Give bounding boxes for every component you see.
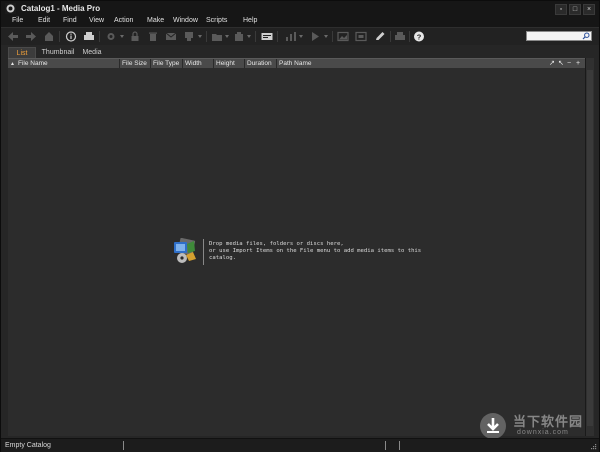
sort-indicator-icon[interactable]: ▲ — [10, 61, 15, 67]
column-height[interactable]: Height — [216, 60, 235, 67]
column-file-size[interactable]: File Size — [122, 60, 147, 67]
toolbar-separator — [206, 31, 207, 42]
expand-icon[interactable]: ↗ — [549, 60, 555, 68]
menu-window[interactable]: Window — [173, 17, 198, 24]
import-dropdown-caret[interactable] — [198, 35, 202, 38]
menu-edit[interactable]: Edit — [38, 17, 50, 24]
watermark-url: downxia.com — [517, 429, 569, 436]
tab-list[interactable]: List — [8, 47, 36, 58]
menu-action[interactable]: Action — [114, 17, 133, 24]
search-icon[interactable] — [582, 32, 590, 40]
window-title: Catalog1 - Media Pro — [21, 4, 101, 13]
status-separator — [399, 441, 400, 450]
frame-icon[interactable] — [355, 31, 367, 42]
toolbar-separator — [255, 31, 256, 42]
menu-find[interactable]: Find — [63, 17, 77, 24]
print-icon[interactable] — [83, 31, 95, 42]
menu-file[interactable]: File — [12, 17, 23, 24]
status-text: Empty Catalog — [5, 442, 51, 449]
menu-view[interactable]: View — [89, 17, 104, 24]
chart-icon[interactable] — [285, 31, 297, 42]
drop-instructions-line-2: or use Import Items on the File menu to … — [209, 248, 422, 254]
menu-bar: File Edit Find View Action Make Window S… — [1, 17, 599, 27]
chart-dropdown-caret[interactable] — [299, 35, 303, 38]
svg-text:?: ? — [417, 32, 422, 41]
watermark-logo-icon — [480, 413, 506, 439]
close-button[interactable]: × — [583, 4, 595, 15]
trash-icon[interactable] — [147, 31, 159, 42]
column-duration[interactable]: Duration — [247, 60, 272, 67]
menu-make[interactable]: Make — [147, 17, 164, 24]
menu-scripts[interactable]: Scripts — [206, 17, 227, 24]
status-separator — [123, 441, 124, 450]
minimize-button[interactable]: ▫ — [555, 4, 567, 15]
printer-icon[interactable] — [394, 31, 406, 42]
media-pro-logo-icon — [174, 238, 196, 263]
menu-help[interactable]: Help — [243, 17, 257, 24]
import-icon[interactable] — [183, 31, 195, 42]
watermark-title: 当下软件园 — [513, 414, 584, 429]
collapse-icon[interactable]: ↖ — [558, 60, 564, 68]
toolbar-separator — [390, 31, 391, 42]
scrollbar-track[interactable] — [587, 70, 593, 426]
catalog-dropdown-caret[interactable] — [247, 35, 251, 38]
folder-dropdown-caret[interactable] — [225, 35, 229, 38]
tab-media[interactable]: Media — [80, 47, 104, 58]
search-input[interactable] — [529, 32, 581, 40]
toolbar-separator — [59, 31, 60, 42]
pencil-icon[interactable] — [374, 31, 386, 42]
toolbar-separator — [332, 31, 333, 42]
back-arrow-icon[interactable] — [7, 31, 19, 42]
view-tabs: List Thumbnail Media — [1, 45, 599, 58]
resize-grip-icon[interactable] — [591, 444, 597, 450]
add-column-icon[interactable]: + — [576, 60, 580, 68]
drop-instructions-line-3: catalog. — [209, 255, 236, 261]
tab-thumbnail[interactable]: Thumbnail — [39, 47, 77, 58]
gear-icon[interactable] — [105, 31, 117, 42]
window-controls: ▫ □ × — [555, 4, 595, 15]
vertical-scrollbar[interactable] — [585, 58, 594, 436]
play-dropdown-caret[interactable] — [324, 35, 328, 38]
toolbar: ? — [1, 27, 599, 46]
status-separator — [385, 441, 386, 450]
column-file-type[interactable]: File Type — [153, 60, 179, 67]
search-box[interactable] — [526, 31, 592, 41]
title-bar[interactable]: Catalog1 - Media Pro ▫ □ × — [1, 1, 599, 17]
column-width[interactable]: Width — [185, 60, 202, 67]
gear-dropdown-caret[interactable] — [120, 35, 124, 38]
toolbar-separator — [277, 31, 278, 42]
toolbar-separator — [99, 31, 100, 42]
toolbar-separator — [409, 31, 410, 42]
image-icon[interactable] — [337, 31, 349, 42]
home-icon[interactable] — [43, 31, 55, 42]
forward-arrow-icon[interactable] — [25, 31, 37, 42]
app-logo-icon — [5, 3, 16, 14]
remove-column-icon[interactable]: − — [567, 60, 571, 68]
folder-icon[interactable] — [211, 31, 223, 42]
play-icon[interactable] — [309, 31, 321, 42]
status-bar: Empty Catalog — [1, 438, 599, 452]
lock-icon[interactable] — [129, 31, 141, 42]
info-icon[interactable] — [65, 31, 77, 42]
catalog-icon[interactable] — [233, 31, 245, 42]
slide-icon[interactable] — [261, 31, 273, 42]
drop-message-divider — [203, 239, 204, 265]
column-path-name[interactable]: Path Name — [279, 60, 312, 67]
column-file-name[interactable]: File Name — [18, 60, 48, 67]
maximize-button[interactable]: □ — [569, 4, 581, 15]
drop-instructions-line-1: Drop media files, folders or discs here, — [209, 241, 344, 247]
mail-icon[interactable] — [165, 31, 177, 42]
app-window: Catalog1 - Media Pro ▫ □ × File Edit Fin… — [0, 0, 600, 452]
drop-instructions: Drop media files, folders or discs here,… — [209, 241, 421, 262]
help-icon[interactable]: ? — [413, 31, 425, 42]
